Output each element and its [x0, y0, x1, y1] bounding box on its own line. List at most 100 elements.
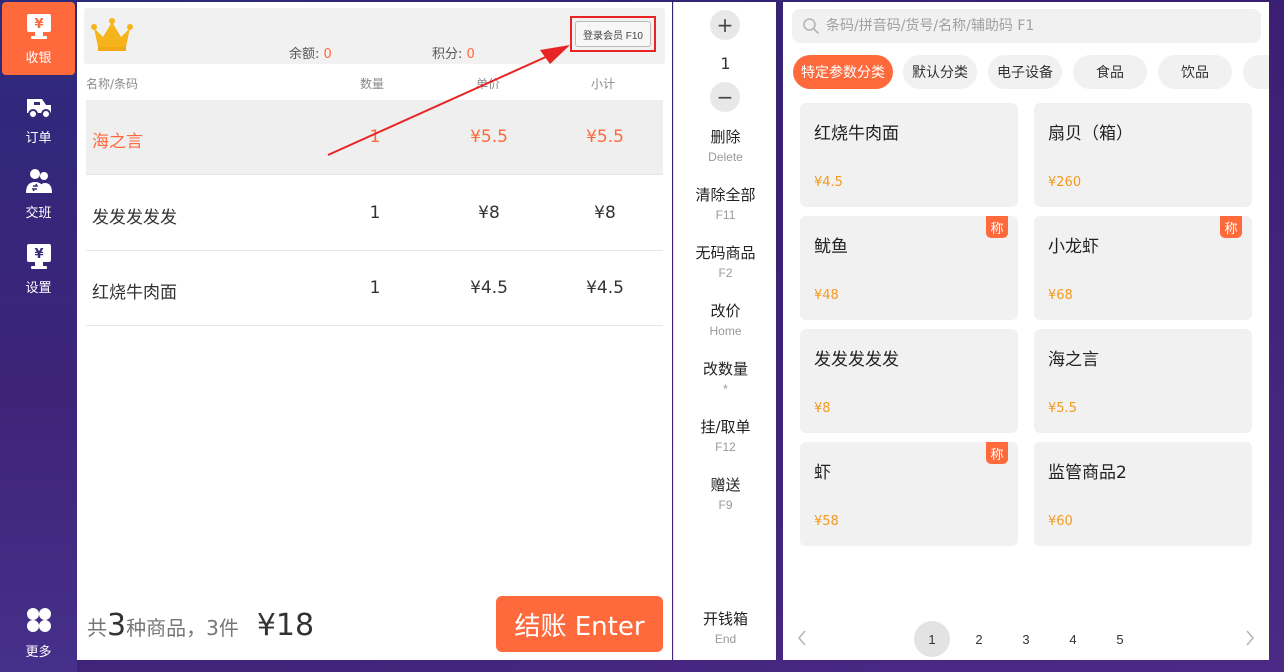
product-card[interactable]: 扇贝（箱） ¥260	[1034, 103, 1252, 207]
hold-retrieve-order-button[interactable]: 挂/取单 F12	[674, 416, 777, 454]
action-shortcut: End	[714, 632, 737, 646]
product-price: ¥5.5	[1048, 401, 1077, 416]
summary-prefix: 共	[87, 616, 107, 640]
page-button-5[interactable]: 5	[1102, 621, 1138, 657]
action-shortcut: Delete	[708, 150, 743, 164]
page-button-1[interactable]: 1	[914, 621, 950, 657]
product-card[interactable]: 海之言 ¥5.5	[1034, 329, 1252, 433]
action-label: 挂/取单	[700, 418, 751, 436]
product-name: 红烧牛肉面	[814, 124, 899, 144]
page-button-2[interactable]: 2	[961, 621, 997, 657]
action-label: 无码商品	[695, 244, 756, 262]
decrease-quantity-button[interactable]: −	[710, 82, 740, 112]
search-input[interactable]	[826, 9, 1246, 43]
sidebar-item-label: 收银	[25, 51, 52, 66]
action-shortcut: F9	[718, 498, 733, 512]
sidebar: ¥ 收银 订单 交班 ¥ 设置 更多	[0, 0, 77, 672]
category-tab-default[interactable]: 默认分类	[903, 55, 977, 89]
action-column: + 1 − 删除 Delete 清除全部 F11 无码商品 F2 改价 Home…	[673, 2, 776, 660]
category-tab-drinks[interactable]: 饮品	[1158, 55, 1232, 89]
weighed-badge: 称	[986, 216, 1008, 238]
row-subtotal: ¥4.5	[586, 278, 624, 298]
row-price: ¥4.5	[470, 278, 508, 298]
summary-middle: 种商品，3件	[126, 616, 239, 640]
cashier-icon: ¥	[26, 14, 51, 39]
category-tab-electronics[interactable]: 电子设备	[988, 55, 1062, 89]
category-tab-special[interactable]: 特定参数分类	[793, 55, 893, 89]
delete-button[interactable]: 删除 Delete	[674, 126, 777, 164]
shift-icon	[25, 169, 52, 193]
product-price: ¥60	[1048, 514, 1073, 529]
product-name: 小龙虾	[1048, 237, 1099, 257]
login-member-button[interactable]: 登录会员 F10	[575, 21, 651, 47]
product-price: ¥48	[814, 288, 839, 303]
action-label: 清除全部	[695, 186, 756, 204]
page-button-4[interactable]: 4	[1055, 621, 1091, 657]
product-name: 发发发发发	[814, 350, 899, 370]
product-price: ¥68	[1048, 288, 1073, 303]
next-page-icon[interactable]	[1243, 628, 1257, 648]
change-price-button[interactable]: 改价 Home	[674, 300, 777, 338]
order-icon	[26, 99, 51, 119]
header-subtotal: 小计	[591, 77, 616, 91]
row-name: 海之言	[92, 132, 143, 152]
header-name: 名称/条码	[86, 77, 139, 91]
increase-quantity-button[interactable]: +	[710, 10, 740, 40]
action-label: 改数量	[702, 360, 748, 378]
points-label: 积分:	[432, 47, 463, 62]
more-icon	[26, 608, 51, 632]
action-label: 改价	[710, 302, 741, 320]
product-card[interactable]: 发发发发发 ¥8	[800, 329, 1018, 433]
row-quantity: 1	[369, 203, 381, 223]
sidebar-item-settings[interactable]: ¥ 设置	[2, 232, 75, 305]
row-subtotal: ¥8	[594, 203, 616, 223]
action-label: 删除	[710, 128, 741, 146]
action-shortcut: Home	[709, 324, 742, 338]
prev-page-icon[interactable]	[795, 628, 809, 648]
row-name: 红烧牛肉面	[92, 283, 177, 303]
page-button-3[interactable]: 3	[1008, 621, 1044, 657]
product-card[interactable]: 称 虾 ¥58	[800, 442, 1018, 546]
header-quantity: 数量	[360, 77, 385, 91]
open-cash-drawer-button[interactable]: 开钱箱 End	[674, 608, 777, 646]
product-price: ¥8	[814, 401, 831, 416]
product-price: ¥58	[814, 514, 839, 529]
product-card[interactable]: 称 鱿鱼 ¥48	[800, 216, 1018, 320]
product-card[interactable]: 称 小龙虾 ¥68	[1034, 216, 1252, 320]
sidebar-item-label: 设置	[25, 281, 52, 296]
category-tab-food[interactable]: 食品	[1073, 55, 1147, 89]
balance-value: 0	[323, 47, 332, 62]
clear-all-button[interactable]: 清除全部 F11	[674, 184, 777, 222]
search-icon	[803, 18, 819, 34]
quantity-display: 1	[720, 54, 731, 73]
sidebar-item-shift[interactable]: 交班	[2, 157, 75, 230]
row-price: ¥5.5	[470, 127, 508, 147]
table-row[interactable]: 发发发发发 1 ¥8 ¥8	[86, 176, 663, 251]
login-member-highlight: 登录会员 F10	[570, 16, 656, 52]
table-row[interactable]: 海之言 1 ¥5.5 ¥5.5	[86, 100, 663, 175]
change-quantity-button[interactable]: 改数量 *	[674, 358, 777, 396]
order-total: ¥18	[256, 608, 315, 643]
row-quantity: 1	[369, 127, 381, 147]
product-card[interactable]: 监管商品2 ¥60	[1034, 442, 1252, 546]
member-bar: 余额: 0 积分: 0 登录会员 F10	[84, 8, 665, 64]
gift-button[interactable]: 赠送 F9	[674, 474, 777, 512]
product-price: ¥260	[1048, 175, 1082, 190]
no-barcode-item-button[interactable]: 无码商品 F2	[674, 242, 777, 280]
action-label: 开钱箱	[702, 610, 748, 628]
weighed-badge: 称	[986, 442, 1008, 464]
checkout-button[interactable]: 结账 Enter	[496, 596, 663, 652]
product-card[interactable]: 红烧牛肉面 ¥4.5	[800, 103, 1018, 207]
settings-icon: ¥	[26, 244, 51, 269]
crown-icon	[91, 18, 133, 51]
category-tab-overflow[interactable]	[1243, 55, 1269, 89]
order-summary: 共 3 种商品，3件 ¥18	[87, 608, 314, 643]
product-price: ¥4.5	[814, 175, 843, 190]
product-name: 扇贝（箱）	[1048, 124, 1133, 144]
sidebar-item-cashier[interactable]: ¥ 收银	[2, 2, 75, 75]
product-panel: 特定参数分类 默认分类 电子设备 食品 饮品 红烧牛肉面 ¥4.5 扇贝（箱） …	[783, 2, 1269, 660]
sidebar-item-orders[interactable]: 订单	[2, 82, 75, 155]
action-shortcut: F12	[715, 440, 736, 454]
table-row[interactable]: 红烧牛肉面 1 ¥4.5 ¥4.5	[86, 251, 663, 326]
sidebar-item-more[interactable]: 更多	[2, 596, 75, 669]
